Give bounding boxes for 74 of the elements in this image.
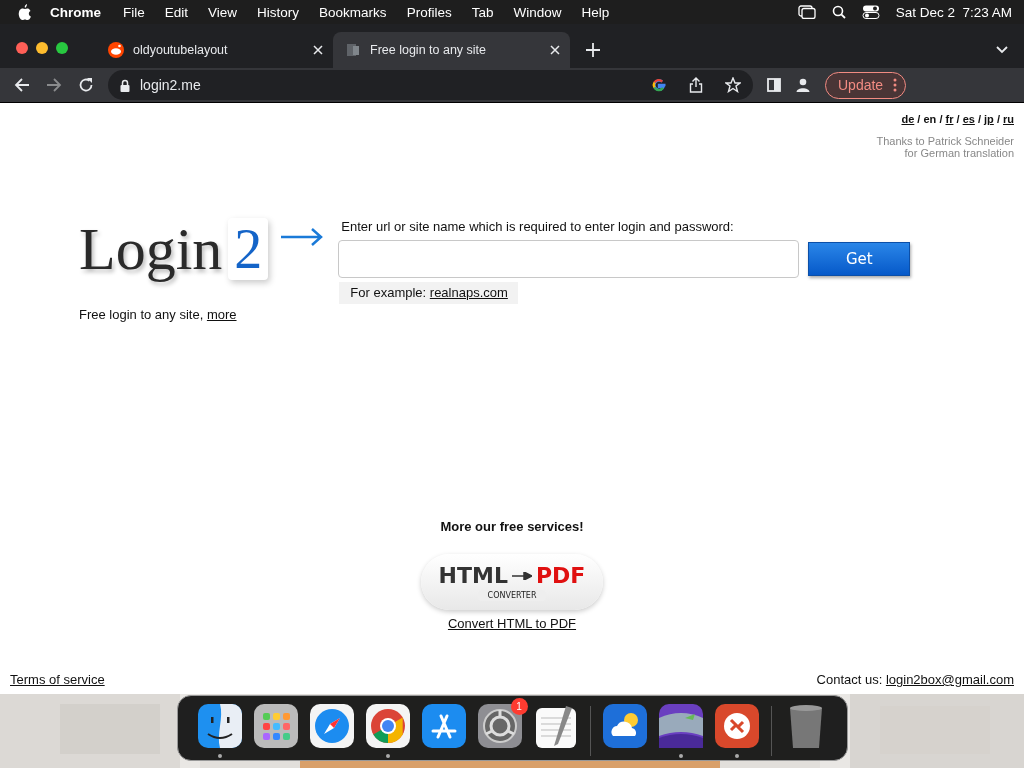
example-link[interactable]: realnaps.com	[429, 285, 508, 300]
browser-tab[interactable]: Free login to any site	[333, 32, 570, 68]
logo-number: 2	[228, 218, 269, 280]
menu-item[interactable]: Tab	[461, 4, 504, 20]
language-link[interactable]: fr	[945, 113, 954, 125]
contact-text: Contact us: login2box@gmail.com	[816, 672, 1014, 687]
window-control-icon[interactable]	[16, 42, 28, 54]
tagline: Free login to any site, more	[79, 307, 238, 322]
arrow-icon	[511, 571, 532, 580]
side-panel-icon[interactable]	[767, 78, 781, 92]
update-button[interactable]: Update	[825, 71, 907, 99]
language-link[interactable]: jp	[984, 113, 994, 125]
menu-item[interactable]: Profiles	[396, 4, 462, 20]
logo-text: Login	[79, 214, 223, 284]
app-grid-icon[interactable]	[253, 704, 298, 748]
menu-item[interactable]: Bookmarks	[309, 4, 397, 20]
toggle-icon[interactable]	[861, 5, 880, 19]
chevron-down-icon[interactable]	[996, 46, 1008, 54]
close-icon[interactable]	[550, 45, 560, 55]
menu-item[interactable]: File	[113, 4, 155, 20]
lock-icon	[120, 78, 130, 92]
remote-app-icon[interactable]	[714, 704, 759, 748]
tab-title: Free login to any site	[370, 43, 488, 57]
tab-title: oldyoutubelayout	[133, 43, 229, 57]
menu-item[interactable]: Edit	[154, 4, 199, 20]
menu-item[interactable]: View	[198, 4, 248, 20]
close-icon[interactable]	[313, 45, 323, 55]
language-links: de / en / fr / es / jp / ru	[901, 113, 1014, 125]
search-icon[interactable]	[831, 5, 846, 19]
menu-item[interactable]: Window	[503, 4, 572, 20]
browser-tab[interactable]: oldyoutubelayout	[96, 32, 333, 68]
example-hint: For example: realnaps.com	[339, 282, 518, 304]
google-icon[interactable]	[651, 77, 667, 93]
menu-item[interactable]: History	[247, 4, 310, 20]
language-link[interactable]: es	[962, 113, 975, 125]
compass-icon[interactable]	[309, 704, 354, 748]
screens-icon[interactable]	[797, 5, 816, 19]
url-text: login2.me	[140, 77, 202, 93]
services-heading: More our free services!	[440, 519, 584, 534]
landscape-app-icon[interactable]	[658, 704, 703, 748]
cloud-sun-icon[interactable]	[602, 704, 647, 748]
window-control-icon[interactable]	[56, 42, 68, 54]
new-tab-icon[interactable]	[586, 43, 600, 57]
apple-icon	[18, 4, 32, 20]
share-icon[interactable]	[689, 77, 703, 93]
language-link[interactable]: ru	[1003, 113, 1014, 125]
menu-item[interactable]: Help	[571, 4, 620, 20]
window-control-icon[interactable]	[36, 42, 48, 54]
back-icon[interactable]	[14, 77, 30, 93]
email-link[interactable]: login2box@gmail.com	[885, 672, 1014, 687]
address-bar[interactable]: login2.me	[108, 70, 753, 100]
more-icon[interactable]	[893, 78, 898, 92]
notepad-icon[interactable]	[533, 704, 578, 748]
browser-logo-icon[interactable]	[365, 704, 410, 748]
language-link[interactable]: de	[901, 113, 915, 125]
page-icon	[345, 42, 361, 58]
converter-link[interactable]: Convert HTML to PDF	[447, 616, 577, 631]
clock[interactable]: Sat Dec 2 7:23 AM	[895, 4, 1012, 20]
profile-icon[interactable]	[795, 77, 811, 93]
url-input[interactable]	[338, 240, 800, 278]
get-button[interactable]: Get	[808, 242, 911, 276]
finder-face-icon[interactable]	[197, 704, 242, 748]
terms-link[interactable]: Terms of service	[10, 672, 105, 687]
translation-credit: Thanks to Patrick Schneider for German translation	[876, 135, 1014, 159]
app-store-icon[interactable]	[421, 704, 466, 748]
star-icon[interactable]	[725, 77, 741, 93]
reload-icon[interactable]	[78, 77, 94, 93]
converter-logo[interactable]: HTML PDF CONVERTER	[421, 554, 603, 610]
circle-logo-icon	[108, 42, 124, 58]
gear-icon[interactable]	[477, 704, 522, 748]
more-link[interactable]: more	[206, 307, 237, 322]
menu-item[interactable]: Chrome	[32, 4, 113, 20]
field-label: Enter url or site name which is required to enter login and password:	[341, 219, 735, 234]
arrow-icon	[280, 227, 325, 247]
